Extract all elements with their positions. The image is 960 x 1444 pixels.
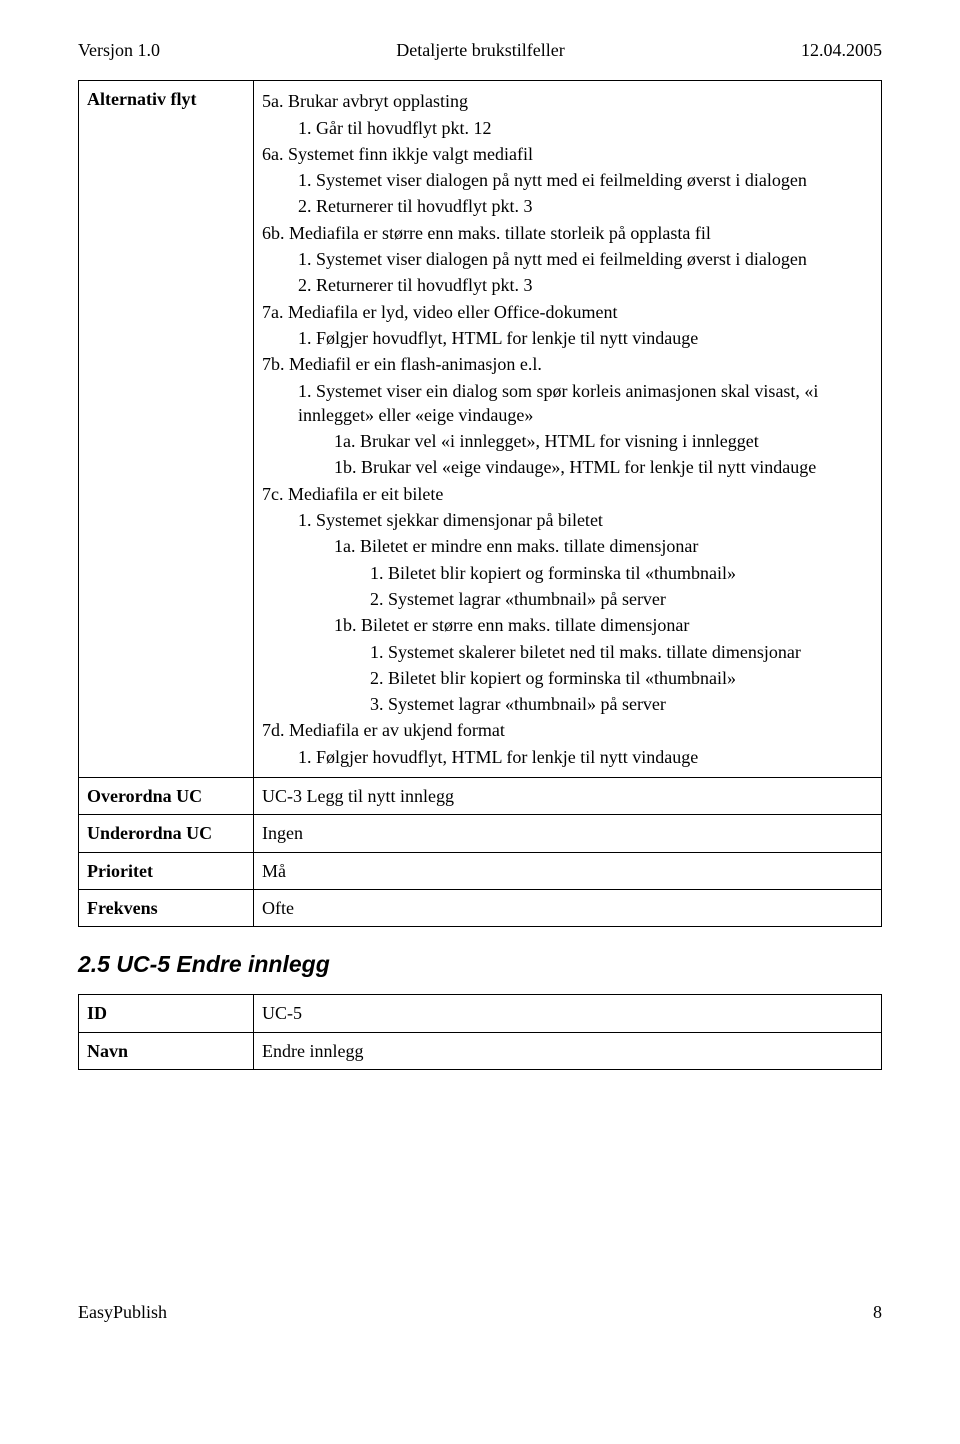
line-6b: 6b. Mediafila er større enn maks. tillat… — [262, 221, 873, 245]
line-7c-1a-2: 2. Systemet lagrar «thumbnail» på server — [370, 587, 873, 611]
frekvens-value: Ofte — [254, 889, 882, 926]
line-7a: 7a. Mediafila er lyd, video eller Office… — [262, 300, 873, 324]
line-5a-1: 1. Går til hovudflyt pkt. 12 — [298, 116, 873, 140]
uc5-table: ID UC-5 Navn Endre innlegg — [78, 994, 882, 1070]
table-row: ID UC-5 — [79, 995, 882, 1032]
underordna-label: Underordna UC — [79, 815, 254, 852]
table-row: Prioritet Må — [79, 852, 882, 889]
header-title: Detaljerte brukstilfeller — [396, 38, 564, 62]
line-7c: 7c. Mediafila er eit bilete — [262, 482, 873, 506]
line-7c-1b: 1b. Biletet er større enn maks. tillate … — [334, 613, 873, 637]
navn-value: Endre innlegg — [254, 1032, 882, 1069]
line-7d-1: 1. Følgjer hovudflyt, HTML for lenkje ti… — [298, 745, 873, 769]
line-7c-1a-1: 1. Biletet blir kopiert og forminska til… — [370, 561, 873, 585]
page-header: Versjon 1.0 Detaljerte brukstilfeller 12… — [78, 38, 882, 62]
line-6a-2: 2. Returnerer til hovudflyt pkt. 3 — [298, 194, 873, 218]
footer-left: EasyPublish — [78, 1300, 167, 1324]
altflyt-label: Alternativ flyt — [79, 81, 254, 778]
table-row: Navn Endre innlegg — [79, 1032, 882, 1069]
footer-page-number: 8 — [873, 1300, 882, 1324]
overordna-value: UC-3 Legg til nytt innlegg — [254, 778, 882, 815]
table-row: Overordna UC UC-3 Legg til nytt innlegg — [79, 778, 882, 815]
line-5a: 5a. Brukar avbryt opplasting — [262, 89, 873, 113]
page-footer: EasyPublish 8 — [78, 1300, 882, 1324]
line-6b-1: 1. Systemet viser dialogen på nytt med e… — [298, 247, 873, 271]
frekvens-label: Frekvens — [79, 889, 254, 926]
line-7c-1b-2: 2. Biletet blir kopiert og forminska til… — [370, 666, 873, 690]
section-title: 2.5 UC-5 Endre innlegg — [78, 949, 882, 980]
line-6a-1: 1. Systemet viser dialogen på nytt med e… — [298, 168, 873, 192]
use-case-table: Alternativ flyt 5a. Brukar avbryt opplas… — [78, 80, 882, 927]
header-version: Versjon 1.0 — [78, 38, 160, 62]
line-7c-1: 1. Systemet sjekkar dimensjonar på bilet… — [298, 508, 873, 532]
table-row: Alternativ flyt 5a. Brukar avbryt opplas… — [79, 81, 882, 778]
line-7b-1: 1. Systemet viser ein dialog som spør ko… — [298, 379, 873, 428]
underordna-value: Ingen — [254, 815, 882, 852]
overordna-label: Overordna UC — [79, 778, 254, 815]
line-7b-1b: 1b. Brukar vel «eige vindauge», HTML for… — [334, 455, 873, 479]
line-7b: 7b. Mediafil er ein flash-animasjon e.l. — [262, 352, 873, 376]
navn-label: Navn — [79, 1032, 254, 1069]
line-7c-1a: 1a. Biletet er mindre enn maks. tillate … — [334, 534, 873, 558]
line-7b-1a: 1a. Brukar vel «i innlegget», HTML for v… — [334, 429, 873, 453]
line-7c-1b-3: 3. Systemet lagrar «thumbnail» på server — [370, 692, 873, 716]
line-7d: 7d. Mediafila er av ukjend format — [262, 718, 873, 742]
id-label: ID — [79, 995, 254, 1032]
altflyt-content: 5a. Brukar avbryt opplasting 1. Går til … — [254, 81, 882, 778]
prioritet-value: Må — [254, 852, 882, 889]
line-7a-1: 1. Følgjer hovudflyt, HTML for lenkje ti… — [298, 326, 873, 350]
line-7c-1b-1: 1. Systemet skalerer biletet ned til mak… — [370, 640, 873, 664]
header-date: 12.04.2005 — [801, 38, 882, 62]
line-6b-2: 2. Returnerer til hovudflyt pkt. 3 — [298, 273, 873, 297]
id-value: UC-5 — [254, 995, 882, 1032]
line-6a: 6a. Systemet finn ikkje valgt mediafil — [262, 142, 873, 166]
prioritet-label: Prioritet — [79, 852, 254, 889]
table-row: Frekvens Ofte — [79, 889, 882, 926]
table-row: Underordna UC Ingen — [79, 815, 882, 852]
